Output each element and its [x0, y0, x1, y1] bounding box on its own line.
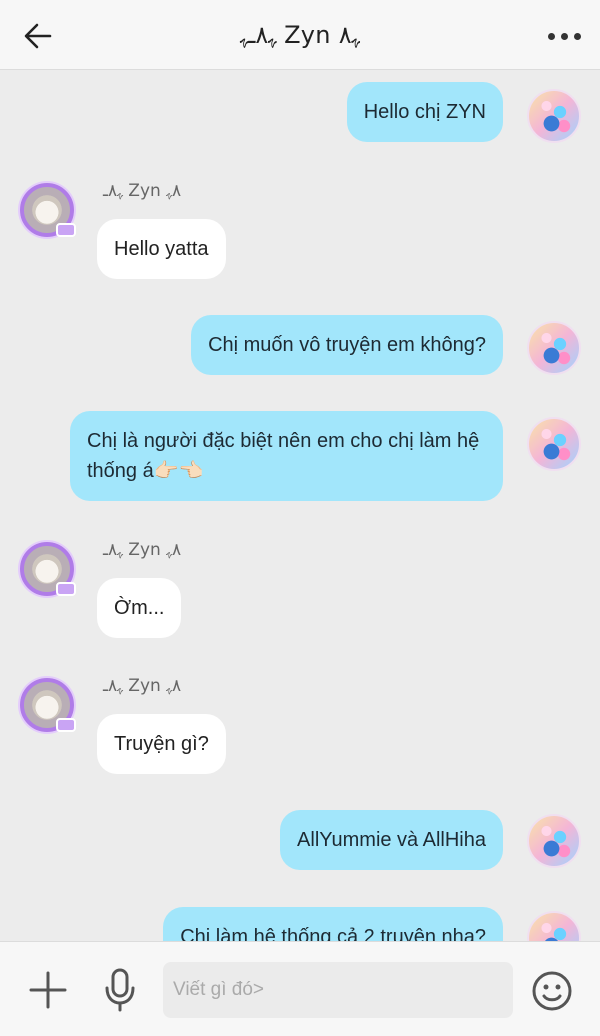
- my-avatar[interactable]: [527, 417, 581, 471]
- sender-name: ﮩ٨ـ Zyn ٨ﮩ: [103, 181, 182, 201]
- avatar-badge: [56, 223, 76, 237]
- message-list[interactable]: Hello chị ZYN ﮩ٨ـ Zyn ٨ﮩ Hello yatta Chị…: [0, 71, 600, 941]
- sender-name: ﮩ٨ـ Zyn ٨ﮩ: [103, 540, 182, 560]
- emoji-icon: [532, 971, 572, 1011]
- more-dots-icon: [547, 32, 555, 40]
- my-avatar[interactable]: [527, 814, 581, 868]
- message-input[interactable]: [163, 962, 513, 1018]
- incoming-message[interactable]: Hello yatta: [97, 219, 226, 279]
- incoming-message[interactable]: Ờm...: [97, 578, 182, 638]
- plus-icon: [29, 971, 67, 1009]
- my-avatar[interactable]: [527, 321, 581, 375]
- composer-bar: [0, 941, 600, 1036]
- outgoing-message[interactable]: Chị là người đặc biệt nên em cho chị làm…: [70, 411, 503, 501]
- voice-message-button[interactable]: [98, 966, 142, 1014]
- outgoing-message[interactable]: Chị làm hệ thống cả 2 truyện nha?: [163, 907, 503, 941]
- outgoing-message[interactable]: Chị muốn vô truyện em không?: [191, 315, 503, 375]
- chat-title: ﮩ٨ـﮩ Zyn ﮩ٨: [240, 20, 360, 49]
- chat-header: ﮩ٨ـﮩ Zyn ﮩ٨: [0, 0, 600, 70]
- my-avatar[interactable]: [527, 911, 581, 941]
- emoji-button[interactable]: [528, 967, 576, 1015]
- microphone-icon: [105, 968, 135, 1012]
- outgoing-message[interactable]: AllYummie và AllHiha: [280, 810, 503, 870]
- incoming-message[interactable]: Truyện gì?: [97, 714, 226, 774]
- arrow-left-icon: [24, 23, 52, 49]
- my-avatar[interactable]: [527, 89, 581, 143]
- outgoing-message[interactable]: Hello chị ZYN: [346, 82, 503, 142]
- add-attachment-button[interactable]: [26, 968, 70, 1012]
- sender-name: ﮩ٨ـ Zyn ٨ﮩ: [103, 676, 182, 696]
- back-button[interactable]: [18, 16, 58, 56]
- avatar-badge: [56, 582, 76, 596]
- avatar-badge: [56, 718, 76, 732]
- more-options-button[interactable]: [542, 18, 586, 54]
